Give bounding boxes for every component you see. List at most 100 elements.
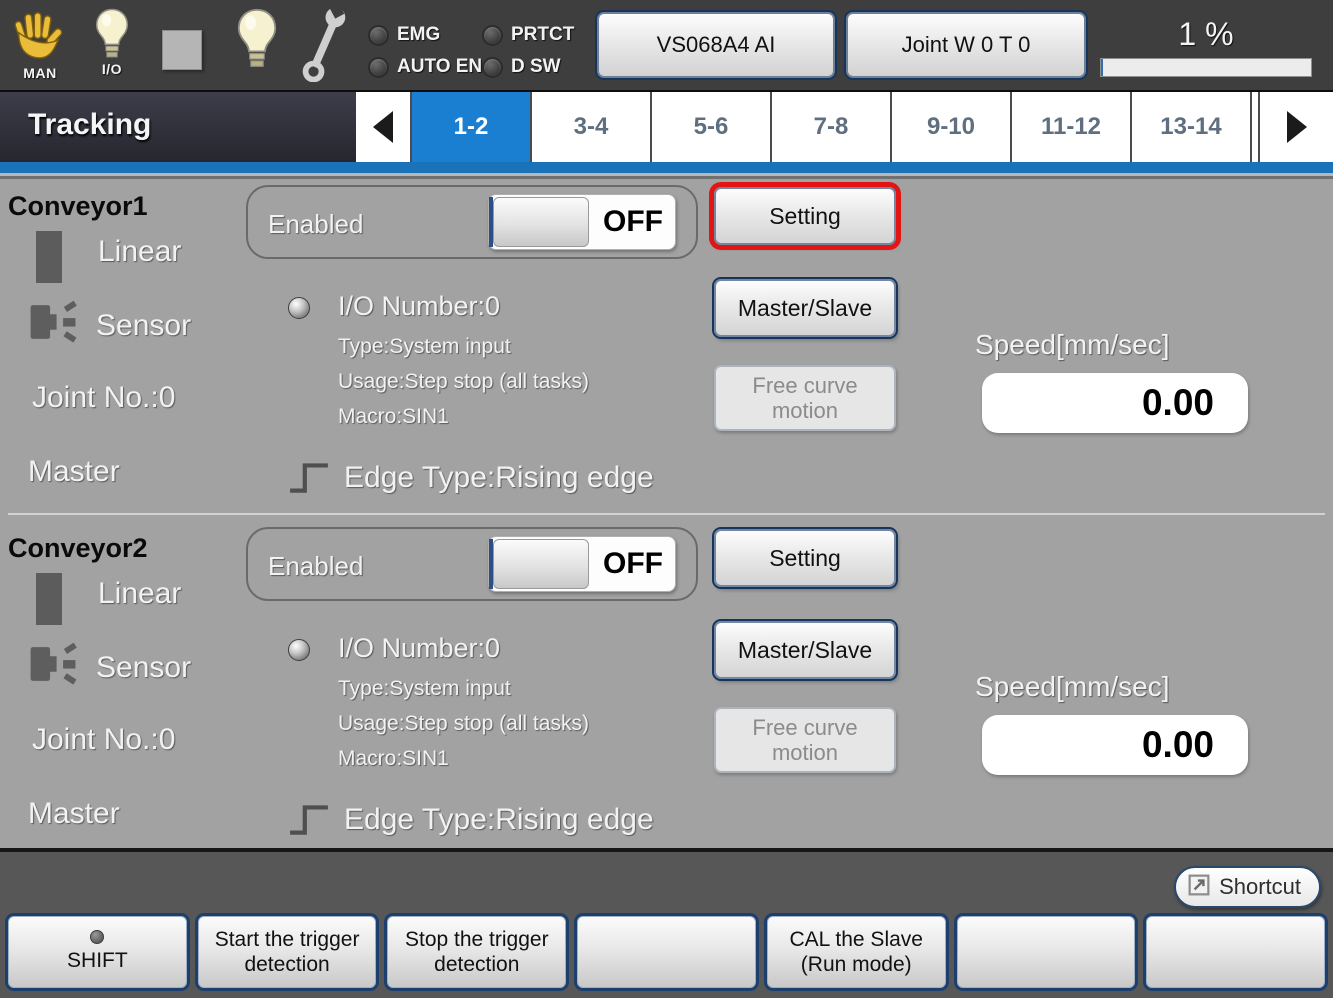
master-label: Master [28,455,120,489]
empty-function-button[interactable] [577,916,756,988]
master-label: Master [28,797,120,831]
shortcut-button-label: Shortcut [1219,874,1301,900]
stop-trigger-label: Stop the trigger detection [388,927,565,977]
emg-led-icon [368,25,389,46]
manual-mode-button[interactable]: MAN [14,10,66,81]
cal-slave-label: CAL the Slave (Run mode) [768,927,945,977]
robot-model-button[interactable]: VS068A4 AI [597,12,835,78]
sensor-label: Sensor [96,309,191,343]
led-auto-en: AUTO EN [368,56,482,78]
master-slave-button[interactable]: Master/Slave [714,621,896,679]
speed-value-field[interactable]: 0.00 [982,373,1248,433]
speed-progress-fill [1101,59,1103,76]
tab-1-2[interactable]: 1-2 [412,92,532,162]
speed-progress-bar [1100,58,1312,77]
enabled-toggle[interactable]: OFF [488,194,676,250]
cal-the-slave-button[interactable]: CAL the Slave (Run mode) [767,916,946,988]
tab-3-4[interactable]: 3-4 [532,92,652,162]
shift-key-label: SHIFT [67,948,128,973]
start-trigger-detection-button[interactable]: Start the trigger detection [198,916,377,988]
toggle-knob[interactable] [493,539,589,589]
shift-indicator-icon [90,930,104,944]
io-number-radio[interactable] [288,297,310,319]
speed-value: 0.00 [1142,382,1214,424]
conveyor-name: Conveyor1 [8,191,148,222]
tab-11-12[interactable]: 11-12 [1012,92,1132,162]
io-number-label: I/O Number:0 [338,291,500,322]
io-type-label: Type:System input [338,335,511,359]
led-d-sw: D SW [482,56,561,78]
d-sw-led-label: D SW [511,56,561,78]
conveyor2-section: Conveyor2 Linear Sensor Joint No.:0 Mast… [0,521,1333,857]
square-icon [162,30,202,70]
man-icon-label: MAN [23,65,56,81]
tab-9-10[interactable]: 9-10 [892,92,1012,162]
tab-bar: Tracking 1-2 3-4 5-6 7-8 9-10 11-12 13-1… [0,90,1333,162]
maintenance-button[interactable] [298,6,350,87]
square-indicator-button[interactable] [162,30,202,70]
rising-edge-icon[interactable] [288,459,330,500]
joint-no-label: Joint No.:0 [32,723,175,757]
empty-function-button[interactable] [957,916,1136,988]
hand-icon [14,10,66,69]
stop-trigger-detection-button[interactable]: Stop the trigger detection [387,916,566,988]
chevron-left-icon [373,111,393,143]
speed-label: Speed[mm/sec] [975,329,1170,361]
shortcut-button[interactable]: Shortcut [1174,866,1321,908]
edge-type-label: Edge Type:Rising edge [344,461,654,495]
section-divider [8,513,1325,515]
tab-scroll-left-button[interactable] [356,92,412,162]
io-usage-label: Usage:Step stop (all tasks) [338,712,589,736]
enabled-groupbox: Enabled OFF [246,185,698,259]
tracking-main-panel: Conveyor1 Linear Sensor Joint No.:0 Mast… [0,179,1333,848]
io-number-radio[interactable] [288,639,310,661]
start-trigger-label: Start the trigger detection [199,927,376,977]
io-icon-label: I/O [102,61,122,77]
shortcut-icon [1188,874,1210,901]
speed-percent-label: 1 % [1100,16,1312,53]
linear-label: Linear [98,577,181,611]
joint-mode-button[interactable]: Joint W 0 T 0 [846,12,1086,78]
setting-button[interactable]: Setting [714,529,896,587]
lamp-button[interactable] [234,8,280,75]
lightbulb-icon [234,8,280,75]
auto-en-led-label: AUTO EN [397,56,482,78]
shift-key-button[interactable]: SHIFT [8,916,187,988]
empty-function-button[interactable] [1146,916,1325,988]
setting-button[interactable]: Setting [714,187,896,245]
enabled-groupbox: Enabled OFF [246,527,698,601]
joint-no-label: Joint No.:0 [32,381,175,415]
led-prtct: PRTCT [482,24,574,46]
free-curve-motion-button[interactable]: Free curve motion [714,707,896,773]
free-curve-motion-button[interactable]: Free curve motion [714,365,896,431]
tab-7-8[interactable]: 7-8 [772,92,892,162]
tab-13-14[interactable]: 13-14 [1132,92,1252,162]
speed-label: Speed[mm/sec] [975,671,1170,703]
io-macro-label: Macro:SIN1 [338,405,449,429]
tab-5-6[interactable]: 5-6 [652,92,772,162]
sensor-icon [28,641,80,692]
linear-conveyor-icon [36,573,62,625]
page-title: Tracking [28,108,151,142]
top-status-bar: MAN I/O [0,0,1333,90]
tab-strip: 1-2 3-4 5-6 7-8 9-10 11-12 13-14 [356,92,1333,162]
toggle-knob[interactable] [493,197,589,247]
io-macro-label: Macro:SIN1 [338,747,449,771]
io-monitor-button[interactable]: I/O [92,8,132,77]
speed-value-field[interactable]: 0.00 [982,715,1248,775]
led-emg: EMG [368,24,440,46]
edge-type-label: Edge Type:Rising edge [344,803,654,837]
master-slave-button[interactable]: Master/Slave [714,279,896,337]
io-number-label: I/O Number:0 [338,633,500,664]
function-keys: SHIFT Start the trigger detection Stop t… [0,916,1333,992]
toggle-state-label: OFF [603,205,663,239]
tab-scroll-right-button[interactable] [1258,92,1333,162]
enabled-label: Enabled [268,551,363,582]
function-key-bar: Shortcut SHIFT Start the trigger detecti… [0,848,1333,998]
speed-value: 0.00 [1142,724,1214,766]
conveyor1-section: Conveyor1 Linear Sensor Joint No.:0 Mast… [0,179,1333,515]
auto-en-led-icon [368,57,389,78]
chevron-right-icon [1287,111,1307,143]
enabled-toggle[interactable]: OFF [488,536,676,592]
rising-edge-icon[interactable] [288,801,330,842]
